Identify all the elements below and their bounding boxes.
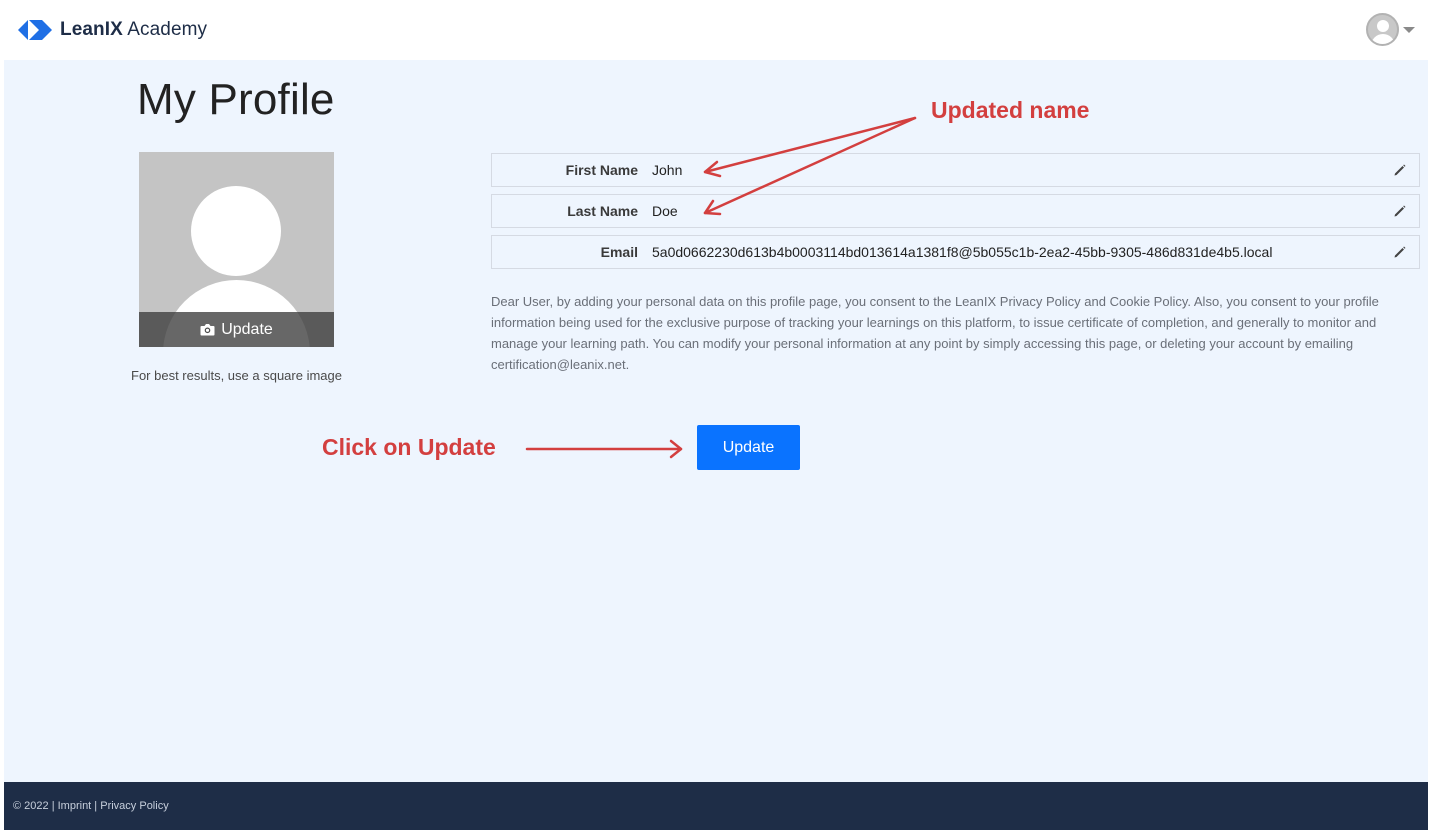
app-frame: LeanIX Academy My Profile Update For bes… xyxy=(4,0,1428,830)
brand-name: LeanIX Academy xyxy=(60,19,207,41)
footer-imprint-link[interactable]: Imprint xyxy=(58,800,92,812)
chevron-down-icon[interactable] xyxy=(1403,26,1415,33)
footer-privacy-link[interactable]: Privacy Policy xyxy=(100,800,168,812)
annotation-updated-name: Updated name xyxy=(931,97,1090,123)
first-name-label: First Name xyxy=(565,162,638,178)
photo-update-label: Update xyxy=(221,320,273,338)
footer-separator: | xyxy=(91,800,101,812)
brand-name-bold: LeanIX xyxy=(60,19,123,40)
avatar[interactable] xyxy=(1366,13,1399,46)
first-name-value[interactable]: John xyxy=(652,154,682,186)
pencil-icon[interactable] xyxy=(1393,245,1407,259)
pencil-icon[interactable] xyxy=(1393,163,1407,177)
email-label: Email xyxy=(600,244,638,260)
brand-logo[interactable]: LeanIX Academy xyxy=(18,17,207,43)
top-navbar: LeanIX Academy xyxy=(4,0,1428,60)
email-field[interactable]: Email 5a0d0662230d613b4b0003114bd013614a… xyxy=(491,235,1420,269)
photo-placeholder-head xyxy=(191,186,281,276)
user-menu[interactable] xyxy=(1366,13,1415,46)
footer: © 2022 | Imprint | Privacy Policy xyxy=(4,782,1428,830)
photo-hint: For best results, use a square image xyxy=(131,368,342,383)
leanix-logo-icon xyxy=(18,20,52,40)
footer-separator: | xyxy=(48,800,58,812)
profile-photo: Update xyxy=(139,152,334,347)
consent-text: Dear User, by adding your personal data … xyxy=(491,294,1379,372)
update-button[interactable]: Update xyxy=(697,425,800,470)
brand-name-light: Academy xyxy=(127,19,208,40)
avatar-body-shape xyxy=(1371,34,1395,44)
avatar-head-shape xyxy=(1377,20,1389,32)
page-title: My Profile xyxy=(137,75,335,124)
last-name-label: Last Name xyxy=(567,203,638,219)
email-value[interactable]: 5a0d0662230d613b4b0003114bd013614a1381f8… xyxy=(652,236,1272,268)
first-name-field[interactable]: First Name John xyxy=(491,153,1420,187)
last-name-value[interactable]: Doe xyxy=(652,195,678,227)
pencil-icon[interactable] xyxy=(1393,204,1407,218)
annotation-click-update: Click on Update xyxy=(322,434,496,460)
last-name-field[interactable]: Last Name Doe xyxy=(491,194,1420,228)
photo-update-button[interactable]: Update xyxy=(139,312,334,347)
camera-icon xyxy=(200,324,215,336)
footer-copyright: © 2022 xyxy=(13,800,49,812)
